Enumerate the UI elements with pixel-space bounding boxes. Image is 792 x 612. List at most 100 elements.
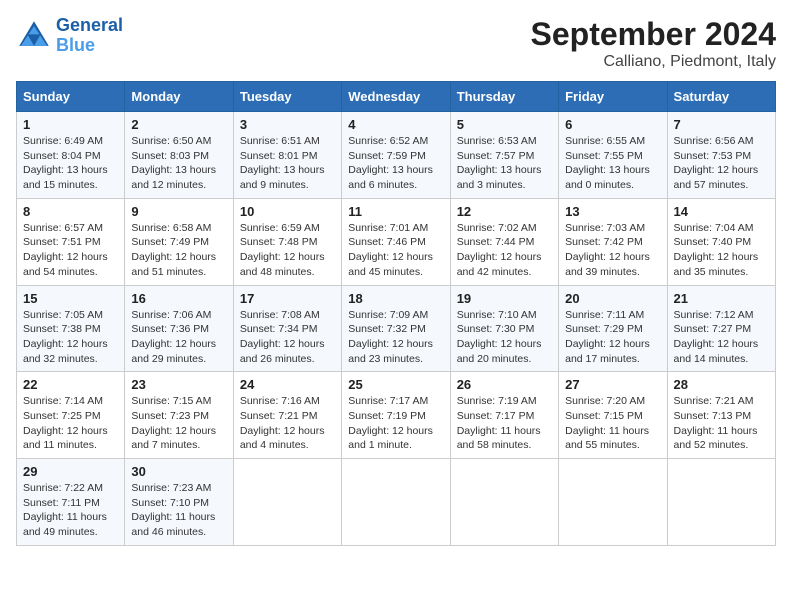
calendar-cell bbox=[233, 459, 341, 546]
day-info: Sunrise: 6:55 AM Sunset: 7:55 PM Dayligh… bbox=[565, 134, 660, 193]
day-number: 11 bbox=[348, 204, 443, 219]
day-number: 23 bbox=[131, 377, 226, 392]
logo-text: General Blue bbox=[56, 16, 123, 56]
day-number: 6 bbox=[565, 117, 660, 132]
day-number: 19 bbox=[457, 291, 552, 306]
calendar-cell: 16 Sunrise: 7:06 AM Sunset: 7:36 PM Dayli… bbox=[125, 285, 233, 372]
day-number: 14 bbox=[674, 204, 769, 219]
calendar-cell: 15Sunrise: 7:05 AM Sunset: 7:38 PM Dayli… bbox=[17, 285, 125, 372]
calendar-cell: 5Sunrise: 6:53 AM Sunset: 7:57 PM Daylig… bbox=[450, 112, 558, 199]
day-info: Sunrise: 7:15 AM Sunset: 7:23 PM Dayligh… bbox=[131, 394, 226, 453]
calendar-cell bbox=[667, 459, 775, 546]
calendar-cell: 26 Sunrise: 7:19 AM Sunset: 7:17 PM Dayli… bbox=[450, 372, 558, 459]
day-number: 29 bbox=[23, 464, 118, 479]
calendar-cell: 22Sunrise: 7:14 AM Sunset: 7:25 PM Dayli… bbox=[17, 372, 125, 459]
calendar-cell bbox=[559, 459, 667, 546]
calendar-cell: 12 Sunrise: 7:02 AM Sunset: 7:44 PM Dayli… bbox=[450, 198, 558, 285]
calendar-cell: 25 Sunrise: 7:17 AM Sunset: 7:19 PM Dayli… bbox=[342, 372, 450, 459]
calendar-cell: 9 Sunrise: 6:58 AM Sunset: 7:49 PM Daylig… bbox=[125, 198, 233, 285]
day-number: 2 bbox=[131, 117, 226, 132]
day-number: 9 bbox=[131, 204, 226, 219]
calendar-week-2: 15Sunrise: 7:05 AM Sunset: 7:38 PM Dayli… bbox=[17, 285, 776, 372]
day-info: Sunrise: 7:11 AM Sunset: 7:29 PM Dayligh… bbox=[565, 308, 660, 367]
day-info: Sunrise: 7:19 AM Sunset: 7:17 PM Dayligh… bbox=[457, 394, 552, 453]
calendar-cell: 4 Sunrise: 6:52 AM Sunset: 7:59 PM Daylig… bbox=[342, 112, 450, 199]
header-sunday: Sunday bbox=[17, 82, 125, 112]
day-info: Sunrise: 7:04 AM Sunset: 7:40 PM Dayligh… bbox=[674, 221, 769, 280]
calendar-cell: 11 Sunrise: 7:01 AM Sunset: 7:46 PM Dayli… bbox=[342, 198, 450, 285]
day-number: 1 bbox=[23, 117, 118, 132]
day-info: Sunrise: 6:56 AM Sunset: 7:53 PM Dayligh… bbox=[674, 134, 769, 193]
calendar-title: September 2024 bbox=[531, 16, 776, 53]
day-info: Sunrise: 7:02 AM Sunset: 7:44 PM Dayligh… bbox=[457, 221, 552, 280]
header-saturday: Saturday bbox=[667, 82, 775, 112]
calendar-cell: 19Sunrise: 7:10 AM Sunset: 7:30 PM Dayli… bbox=[450, 285, 558, 372]
calendar-week-1: 8Sunrise: 6:57 AM Sunset: 7:51 PM Daylig… bbox=[17, 198, 776, 285]
calendar-cell: 3 Sunrise: 6:51 AM Sunset: 8:01 PM Daylig… bbox=[233, 112, 341, 199]
header-friday: Friday bbox=[559, 82, 667, 112]
day-info: Sunrise: 7:21 AM Sunset: 7:13 PM Dayligh… bbox=[674, 394, 769, 453]
day-info: Sunrise: 6:52 AM Sunset: 7:59 PM Dayligh… bbox=[348, 134, 443, 193]
day-info: Sunrise: 7:16 AM Sunset: 7:21 PM Dayligh… bbox=[240, 394, 335, 453]
calendar-cell: 6 Sunrise: 6:55 AM Sunset: 7:55 PM Daylig… bbox=[559, 112, 667, 199]
calendar-cell: 13 Sunrise: 7:03 AM Sunset: 7:42 PM Dayli… bbox=[559, 198, 667, 285]
day-number: 22 bbox=[23, 377, 118, 392]
calendar-cell: 23 Sunrise: 7:15 AM Sunset: 7:23 PM Dayli… bbox=[125, 372, 233, 459]
day-info: Sunrise: 6:50 AM Sunset: 8:03 PM Dayligh… bbox=[131, 134, 226, 193]
day-number: 10 bbox=[240, 204, 335, 219]
day-info: Sunrise: 7:20 AM Sunset: 7:15 PM Dayligh… bbox=[565, 394, 660, 453]
day-number: 27 bbox=[565, 377, 660, 392]
calendar-cell bbox=[342, 459, 450, 546]
day-info: Sunrise: 7:05 AM Sunset: 7:38 PM Dayligh… bbox=[23, 308, 118, 367]
day-number: 26 bbox=[457, 377, 552, 392]
calendar-cell: 18 Sunrise: 7:09 AM Sunset: 7:32 PM Dayli… bbox=[342, 285, 450, 372]
day-number: 16 bbox=[131, 291, 226, 306]
day-number: 13 bbox=[565, 204, 660, 219]
calendar-cell: 7Sunrise: 6:56 AM Sunset: 7:53 PM Daylig… bbox=[667, 112, 775, 199]
page-header: General Blue September 2024 Calliano, Pi… bbox=[16, 16, 776, 71]
calendar-cell: 14 Sunrise: 7:04 AM Sunset: 7:40 PM Dayli… bbox=[667, 198, 775, 285]
day-info: Sunrise: 7:17 AM Sunset: 7:19 PM Dayligh… bbox=[348, 394, 443, 453]
day-info: Sunrise: 7:23 AM Sunset: 7:10 PM Dayligh… bbox=[131, 481, 226, 540]
day-number: 8 bbox=[23, 204, 118, 219]
calendar-cell: 24 Sunrise: 7:16 AM Sunset: 7:21 PM Dayli… bbox=[233, 372, 341, 459]
calendar-week-3: 22Sunrise: 7:14 AM Sunset: 7:25 PM Dayli… bbox=[17, 372, 776, 459]
day-number: 25 bbox=[348, 377, 443, 392]
day-number: 30 bbox=[131, 464, 226, 479]
header-wednesday: Wednesday bbox=[342, 82, 450, 112]
calendar-cell: 8Sunrise: 6:57 AM Sunset: 7:51 PM Daylig… bbox=[17, 198, 125, 285]
title-block: September 2024 Calliano, Piedmont, Italy bbox=[531, 16, 776, 71]
day-number: 17 bbox=[240, 291, 335, 306]
header-tuesday: Tuesday bbox=[233, 82, 341, 112]
day-number: 18 bbox=[348, 291, 443, 306]
day-number: 3 bbox=[240, 117, 335, 132]
day-number: 24 bbox=[240, 377, 335, 392]
day-number: 4 bbox=[348, 117, 443, 132]
calendar-header-row: SundayMondayTuesdayWednesdayThursdayFrid… bbox=[17, 82, 776, 112]
day-number: 20 bbox=[565, 291, 660, 306]
day-info: Sunrise: 6:51 AM Sunset: 8:01 PM Dayligh… bbox=[240, 134, 335, 193]
calendar-cell bbox=[450, 459, 558, 546]
day-info: Sunrise: 7:06 AM Sunset: 7:36 PM Dayligh… bbox=[131, 308, 226, 367]
day-info: Sunrise: 7:01 AM Sunset: 7:46 PM Dayligh… bbox=[348, 221, 443, 280]
calendar-cell: 2 Sunrise: 6:50 AM Sunset: 8:03 PM Daylig… bbox=[125, 112, 233, 199]
calendar-cell: 30 Sunrise: 7:23 AM Sunset: 7:10 PM Dayli… bbox=[125, 459, 233, 546]
day-info: Sunrise: 6:53 AM Sunset: 7:57 PM Dayligh… bbox=[457, 134, 552, 193]
calendar-cell: 20 Sunrise: 7:11 AM Sunset: 7:29 PM Dayli… bbox=[559, 285, 667, 372]
calendar-cell: 17Sunrise: 7:08 AM Sunset: 7:34 PM Dayli… bbox=[233, 285, 341, 372]
calendar-week-4: 29Sunrise: 7:22 AM Sunset: 7:11 PM Dayli… bbox=[17, 459, 776, 546]
day-info: Sunrise: 7:03 AM Sunset: 7:42 PM Dayligh… bbox=[565, 221, 660, 280]
day-number: 12 bbox=[457, 204, 552, 219]
day-info: Sunrise: 6:59 AM Sunset: 7:48 PM Dayligh… bbox=[240, 221, 335, 280]
calendar-cell: 27 Sunrise: 7:20 AM Sunset: 7:15 PM Dayli… bbox=[559, 372, 667, 459]
day-number: 21 bbox=[674, 291, 769, 306]
calendar-cell: 1Sunrise: 6:49 AM Sunset: 8:04 PM Daylig… bbox=[17, 112, 125, 199]
day-number: 28 bbox=[674, 377, 769, 392]
day-info: Sunrise: 6:58 AM Sunset: 7:49 PM Dayligh… bbox=[131, 221, 226, 280]
logo-icon bbox=[16, 18, 52, 54]
calendar-cell: 28 Sunrise: 7:21 AM Sunset: 7:13 PM Dayli… bbox=[667, 372, 775, 459]
calendar-table: SundayMondayTuesdayWednesdayThursdayFrid… bbox=[16, 81, 776, 546]
calendar-week-0: 1Sunrise: 6:49 AM Sunset: 8:04 PM Daylig… bbox=[17, 112, 776, 199]
calendar-cell: 21Sunrise: 7:12 AM Sunset: 7:27 PM Dayli… bbox=[667, 285, 775, 372]
day-info: Sunrise: 7:09 AM Sunset: 7:32 PM Dayligh… bbox=[348, 308, 443, 367]
